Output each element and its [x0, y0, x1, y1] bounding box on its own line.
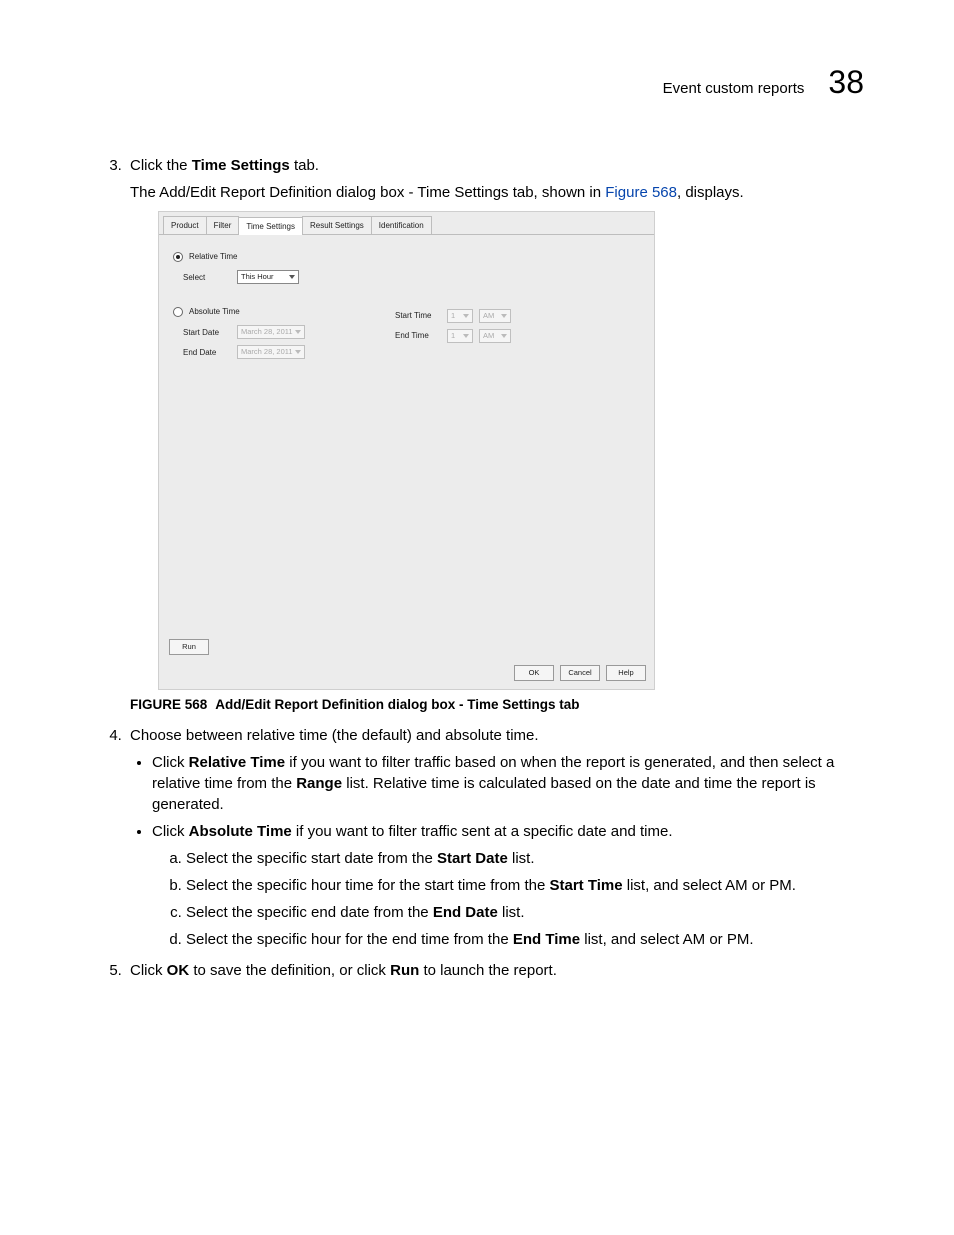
- step3-bold: Time Settings: [192, 157, 290, 174]
- select-label: Select: [183, 272, 231, 283]
- start-date-combo[interactable]: March 28, 2011: [237, 325, 305, 339]
- step-5: Click OK to save the definition, or clic…: [126, 960, 864, 981]
- ok-button[interactable]: OK: [514, 665, 554, 681]
- select-combo[interactable]: This Hour: [237, 270, 299, 284]
- start-time-ampm-combo[interactable]: AM: [479, 309, 511, 323]
- section-title: Event custom reports: [663, 78, 805, 99]
- chevron-down-icon: [289, 275, 295, 279]
- cancel-button[interactable]: Cancel: [560, 665, 600, 681]
- dialog-box: Product Filter Time Settings Result Sett…: [158, 211, 655, 690]
- page-header: Event custom reports 38: [90, 60, 864, 105]
- chapter-number: 38: [828, 60, 864, 105]
- bullet-absolute: Click Absolute Time if you want to filte…: [152, 821, 864, 950]
- tab-identification[interactable]: Identification: [371, 216, 432, 234]
- step-4: Choose between relative time (the defaul…: [126, 725, 864, 950]
- substep-d: Select the specific hour for the end tim…: [186, 929, 864, 950]
- tab-product[interactable]: Product: [163, 216, 207, 234]
- tab-filter[interactable]: Filter: [206, 216, 240, 234]
- chevron-down-icon: [463, 314, 469, 318]
- tab-result-settings[interactable]: Result Settings: [302, 216, 372, 234]
- tab-time-settings[interactable]: Time Settings: [238, 217, 303, 235]
- end-date-label: End Date: [183, 347, 231, 358]
- chevron-down-icon: [295, 350, 301, 354]
- dialog-tabs: Product Filter Time Settings Result Sett…: [159, 212, 654, 235]
- chevron-down-icon: [501, 314, 507, 318]
- chevron-down-icon: [501, 334, 507, 338]
- radio-relative-time[interactable]: [173, 252, 183, 262]
- substep-c: Select the specific end date from the En…: [186, 902, 864, 923]
- start-time-hour-combo[interactable]: 1: [447, 309, 473, 323]
- end-time-label: End Time: [395, 330, 441, 341]
- end-time-ampm-combo[interactable]: AM: [479, 329, 511, 343]
- figure-ref-link[interactable]: Figure 568: [605, 184, 677, 201]
- substep-b: Select the specific hour time for the st…: [186, 875, 864, 896]
- chevron-down-icon: [463, 334, 469, 338]
- steps-list: Click the Time Settings tab. The Add/Edi…: [126, 155, 864, 981]
- step-3: Click the Time Settings tab. The Add/Edi…: [126, 155, 864, 715]
- start-time-label: Start Time: [395, 310, 441, 321]
- absolute-time-label: Absolute Time: [189, 306, 240, 317]
- relative-time-label: Relative Time: [189, 251, 237, 262]
- start-date-label: Start Date: [183, 327, 231, 338]
- bullet-relative: Click Relative Time if you want to filte…: [152, 752, 864, 815]
- figure-caption: FIGURE 568Add/Edit Report Definition dia…: [130, 696, 864, 715]
- help-button[interactable]: Help: [606, 665, 646, 681]
- substep-a: Select the specific start date from the …: [186, 848, 864, 869]
- run-button[interactable]: Run: [169, 639, 209, 655]
- radio-absolute-time[interactable]: [173, 307, 183, 317]
- end-date-combo[interactable]: March 28, 2011: [237, 345, 305, 359]
- end-time-hour-combo[interactable]: 1: [447, 329, 473, 343]
- chevron-down-icon: [295, 330, 301, 334]
- figure-568: Product Filter Time Settings Result Sett…: [158, 211, 864, 690]
